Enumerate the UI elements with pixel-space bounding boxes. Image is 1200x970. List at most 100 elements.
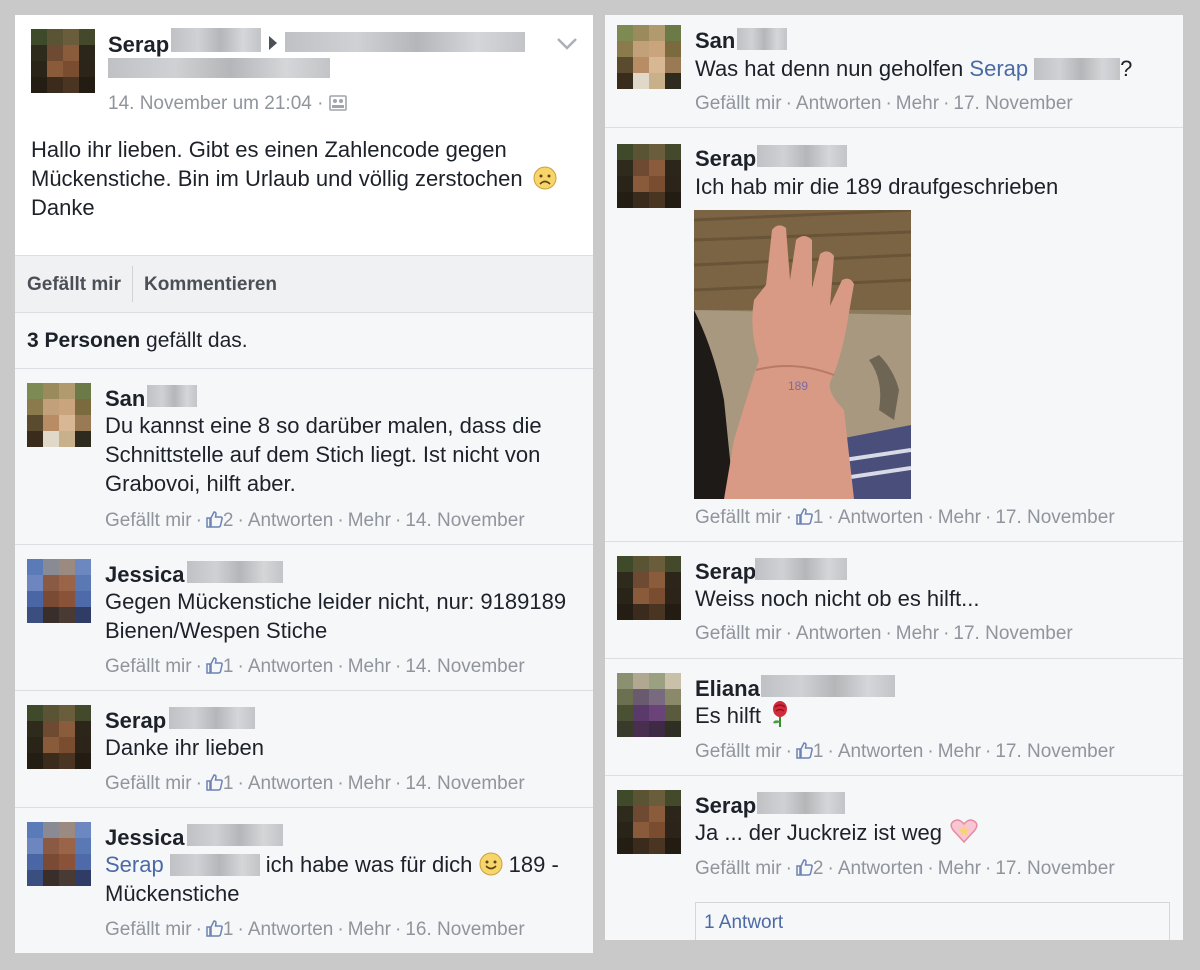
redacted-name (1034, 58, 1121, 80)
redacted-group-name-2 (108, 58, 330, 78)
comment-author-name[interactable]: Serap (695, 793, 756, 819)
like-count[interactable]: 1 (223, 773, 234, 794)
sad-face-emoji (533, 166, 557, 190)
comment-like-button[interactable]: Gefällt mir (695, 623, 782, 644)
comment-more-button[interactable]: Mehr (938, 858, 981, 879)
redacted-name (187, 561, 283, 583)
like-count[interactable]: 1 (223, 656, 234, 677)
post-timestamp[interactable]: 14. November um 21:04 · (108, 93, 323, 115)
comment-meta: Gefällt mir · 1 · Antworten · Mehr · 17. Novembe… (695, 741, 1115, 762)
comment-date[interactable]: 17. November (995, 507, 1114, 528)
comment-item: Eliana Es hilft Gefällt mir · 1 · Antworten ·… (605, 659, 1183, 776)
comment-text: Gegen Mückenstiche leider nicht, nur: 91… (105, 589, 567, 614)
comment-like-button[interactable]: Gefällt mir (105, 656, 192, 677)
comment-like-button[interactable]: Gefällt mir (105, 919, 192, 940)
comment-date[interactable]: 16. November (405, 919, 524, 940)
avatar[interactable] (27, 705, 91, 769)
arrow-right-icon (269, 36, 277, 50)
comment-more-button[interactable]: Mehr (896, 93, 939, 114)
comment-author-name[interactable]: San (695, 28, 735, 54)
view-replies-button[interactable]: 1 Antwort (695, 902, 1170, 940)
like-button[interactable]: Gefällt mir (27, 274, 121, 296)
comment-item: San Was hat denn nun geholfen Serap? Gef… (605, 15, 1183, 128)
divider (132, 266, 133, 302)
redacted-name (757, 145, 847, 167)
comment-date[interactable]: 14. November (405, 510, 524, 531)
comment-more-button[interactable]: Mehr (896, 623, 939, 644)
comment-reply-button[interactable]: Antworten (838, 858, 924, 879)
comment-like-button[interactable]: Gefällt mir (695, 507, 782, 528)
like-count[interactable]: 1 (813, 741, 824, 762)
comment-date[interactable]: 17. November (995, 858, 1114, 879)
avatar[interactable] (27, 383, 91, 447)
redacted-name (761, 675, 895, 697)
comment-item: Serap Danke ihr lieben Gefällt mir · 1 · Ant… (15, 691, 593, 808)
comment-more-button[interactable]: Mehr (348, 773, 391, 794)
comment-like-button[interactable]: Gefällt mir (695, 93, 782, 114)
avatar[interactable] (617, 673, 681, 737)
avatar[interactable] (27, 559, 91, 623)
like-count[interactable]: 2 (813, 858, 824, 879)
comment-like-button[interactable]: Gefällt mir (105, 510, 192, 531)
avatar[interactable] (27, 822, 91, 886)
avatar[interactable] (617, 25, 681, 89)
comment-more-button[interactable]: Mehr (348, 510, 391, 531)
mention-link[interactable]: Serap (105, 852, 164, 877)
like-count[interactable]: 1 (813, 507, 824, 528)
comment-more-button[interactable]: Mehr (938, 507, 981, 528)
photo-wrist-number: 189 (788, 379, 808, 393)
comment-date[interactable]: 17. November (953, 623, 1072, 644)
redacted-name (755, 558, 847, 580)
post-author-name[interactable]: Serap (108, 32, 169, 58)
comment-item: Jessica Serap ich habe was für dich 189 -… (15, 808, 593, 953)
comment-meta: Gefällt mir · 2 · Antworten · Mehr · 14. Novembe… (105, 510, 525, 531)
comment-reply-button[interactable]: Antworten (248, 656, 334, 677)
comment-reply-button[interactable]: Antworten (838, 741, 924, 762)
comment-date[interactable]: 14. November (405, 656, 524, 677)
comment-more-button[interactable]: Mehr (348, 919, 391, 940)
comment-author-name[interactable]: Eliana (695, 676, 760, 702)
comment-date[interactable]: 14. November (405, 773, 524, 794)
comment-reply-button[interactable]: Antworten (248, 510, 334, 531)
mention-link[interactable]: Serap (969, 56, 1028, 81)
avatar[interactable] (617, 556, 681, 620)
comment-item: Serap Weiss noch nicht ob es hilft... Ge… (605, 542, 1183, 659)
comment-author-name[interactable]: San (105, 386, 145, 412)
avatar[interactable] (31, 29, 95, 93)
comment-like-button[interactable]: Gefällt mir (105, 773, 192, 794)
comment-text: Bienen/Wespen Stiche (105, 618, 328, 643)
post-body-line-2: Mückenstiche. Bin im Urlaub und völlig z… (31, 164, 557, 193)
comment-item: San Du kannst eine 8 so darüber malen, d… (15, 369, 593, 545)
comment-button[interactable]: Kommentieren (144, 274, 277, 296)
comment-meta: Gefällt mir · Antworten · Mehr · 17. November (695, 623, 1073, 644)
comment-author-name[interactable]: Serap (695, 146, 756, 172)
comment-date[interactable]: 17. November (995, 741, 1114, 762)
comment-like-button[interactable]: Gefällt mir (695, 741, 782, 762)
comment-author-name[interactable]: Jessica (105, 562, 185, 588)
like-count[interactable]: 2 (223, 510, 234, 531)
comment-reply-button[interactable]: Antworten (838, 507, 924, 528)
wrist-photo[interactable]: 189 (694, 210, 911, 499)
like-count[interactable]: 1 (223, 919, 234, 940)
avatar[interactable] (617, 790, 681, 854)
comment-more-button[interactable]: Mehr (938, 741, 981, 762)
comment-author-name[interactable]: Serap (105, 708, 166, 734)
comment-like-button[interactable]: Gefällt mir (695, 858, 782, 879)
post-card: Serap 14. November um 21:04 · Hallo ihr … (15, 15, 593, 953)
comment-date[interactable]: 17. November (953, 93, 1072, 114)
rose-emoji (773, 701, 788, 728)
comment-item: Jessica Gegen Mückenstiche leider nicht,… (15, 545, 593, 691)
avatar[interactable] (617, 144, 681, 208)
comment-more-button[interactable]: Mehr (348, 656, 391, 677)
comment-reply-button[interactable]: Antworten (796, 93, 882, 114)
comment-reply-button[interactable]: Antworten (248, 919, 334, 940)
likes-summary[interactable]: 3 Personen gefällt das. (15, 313, 593, 369)
comment-author-name[interactable]: Serap (695, 559, 756, 585)
comment-reply-button[interactable]: Antworten (248, 773, 334, 794)
likes-summary-text[interactable]: 3 Personen gefällt das. (27, 326, 248, 355)
comment-reply-button[interactable]: Antworten (796, 623, 882, 644)
comment-meta: Gefällt mir · 1 · Antworten · Mehr · 16. Novembe… (105, 919, 525, 940)
chevron-down-icon[interactable] (556, 37, 578, 51)
comment-author-name[interactable]: Jessica (105, 825, 185, 851)
audience-icon[interactable] (329, 95, 347, 111)
